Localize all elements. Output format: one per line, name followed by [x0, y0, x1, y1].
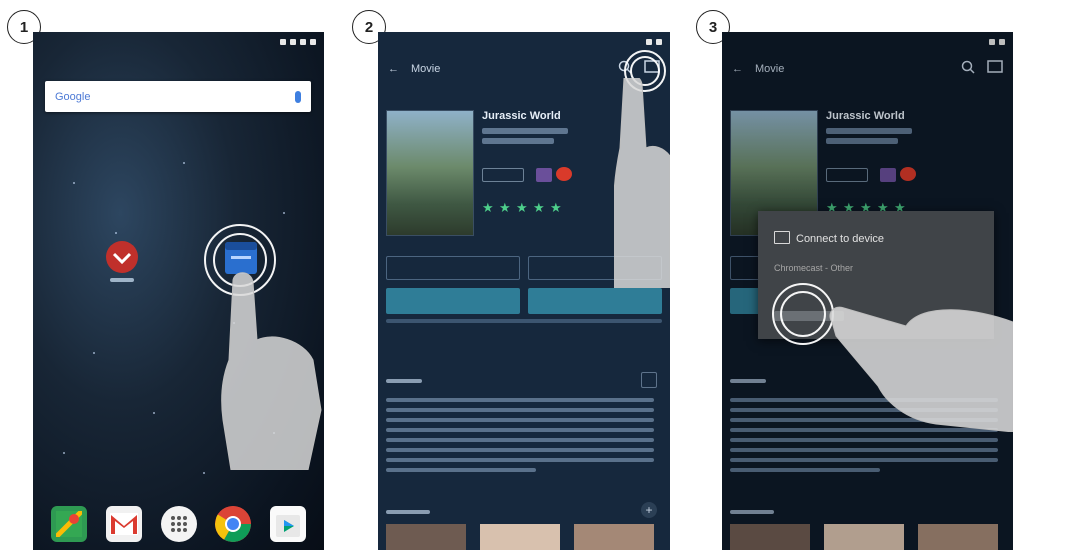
star-icon: ★: [550, 200, 562, 215]
imdb-badge: [536, 168, 552, 182]
play-store-icon[interactable]: [270, 506, 306, 542]
star-icon: ★: [516, 200, 528, 215]
summary-label: [386, 379, 422, 383]
progress-track: [386, 319, 662, 323]
star-icon: ★: [499, 200, 511, 215]
google-search-bar[interactable]: Google: [45, 81, 311, 112]
summary-text-line: [386, 448, 654, 452]
status-bar: [33, 32, 324, 52]
google-logo: Google: [55, 90, 91, 103]
dialog-title: Connect to device: [796, 233, 885, 245]
star-icon: ★: [533, 200, 545, 215]
cast-photo[interactable]: [386, 524, 466, 550]
hand-pointer-icon: [829, 306, 1013, 432]
phone-home-screen: Google: [33, 32, 324, 550]
cast-label: [386, 510, 430, 514]
clock-status-icon: [310, 39, 316, 45]
app-dock: [51, 506, 306, 542]
battery-status-icon: [300, 39, 306, 45]
add-cast-icon[interactable]: +: [641, 502, 657, 518]
hand-pointer-icon: [614, 78, 670, 288]
battery-status-icon: [656, 39, 662, 45]
secondary-fill-button[interactable]: [528, 288, 662, 314]
signal-status-icon: [646, 39, 652, 45]
gmail-icon[interactable]: [105, 506, 142, 542]
wifi-status-icon: [290, 39, 296, 45]
movie-info-line: [482, 138, 554, 144]
wishlist-button[interactable]: [386, 256, 520, 280]
rating-chip: [482, 168, 524, 182]
chrome-icon[interactable]: [215, 506, 252, 542]
summary-text-line: [386, 398, 654, 402]
summary-text-line: [386, 468, 536, 472]
mic-icon[interactable]: [295, 90, 301, 103]
tap-indicator-inner: [780, 291, 826, 337]
maps-icon[interactable]: [51, 506, 87, 542]
summary-text-line: [386, 458, 654, 462]
settings-status-icon: [280, 39, 286, 45]
summary-text-line: [386, 428, 654, 432]
star-icon: ★: [482, 200, 494, 215]
summary-text-line: [386, 438, 654, 442]
movie-title: Jurassic World: [482, 110, 561, 122]
toolbar-title: Movie: [411, 63, 441, 75]
back-arrow-icon[interactable]: ←: [388, 63, 399, 75]
movie-genre-line: [482, 128, 568, 134]
expand-icon[interactable]: [641, 372, 657, 388]
summary-text-line: [386, 408, 654, 412]
primary-action-button[interactable]: [386, 288, 520, 314]
cast-icon: [774, 231, 790, 244]
cast-photo[interactable]: [480, 524, 560, 550]
cast-photo[interactable]: [574, 524, 654, 550]
status-bar: [378, 32, 670, 52]
camera-app-icon[interactable]: [105, 240, 139, 282]
hand-pointer-icon: [221, 272, 322, 470]
summary-text-line: [386, 418, 654, 422]
format-tab[interactable]: [556, 332, 582, 346]
apps-drawer-icon[interactable]: [160, 506, 197, 542]
phone-movie-details: ← Movie Jurassic World ★ ★ ★ ★ ★ +: [378, 32, 670, 550]
format-tab[interactable]: [502, 332, 528, 346]
phone-connect-dialog: ← Movie Jurassic World ★ ★ ★ ★ ★ Connect…: [722, 32, 1013, 550]
format-tab[interactable]: [450, 332, 476, 346]
device-option-chromecast[interactable]: Chromecast - Other: [774, 263, 853, 273]
movie-poster: [386, 110, 474, 236]
tomato-icon: [556, 167, 572, 181]
